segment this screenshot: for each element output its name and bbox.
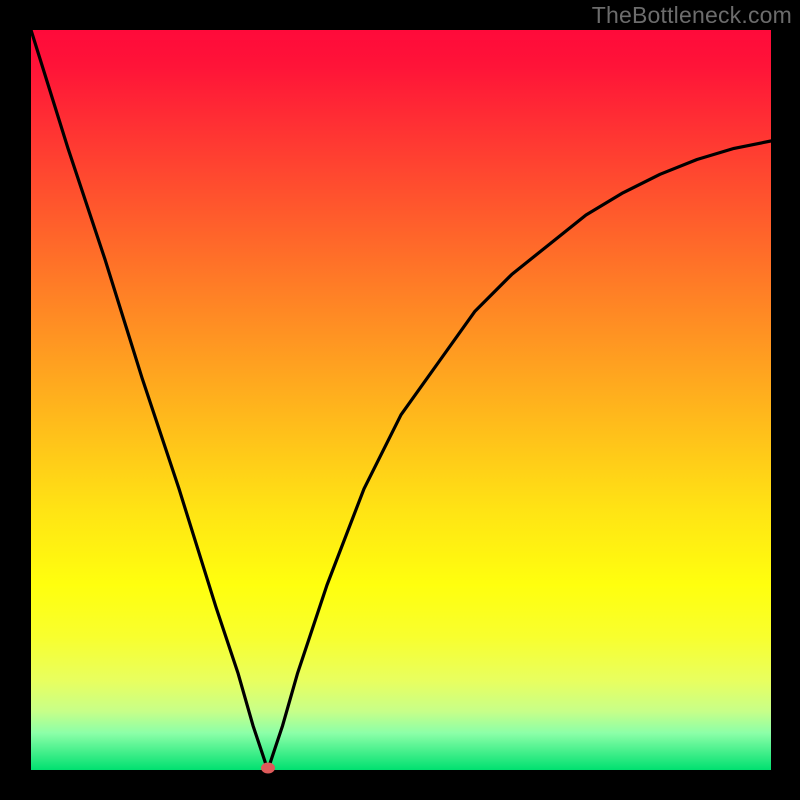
bottleneck-curve-svg — [31, 30, 771, 770]
optimum-marker — [261, 763, 275, 774]
bottleneck-curve-path — [31, 30, 771, 770]
chart-container: TheBottleneck.com — [0, 0, 800, 800]
watermark-text: TheBottleneck.com — [592, 2, 792, 29]
